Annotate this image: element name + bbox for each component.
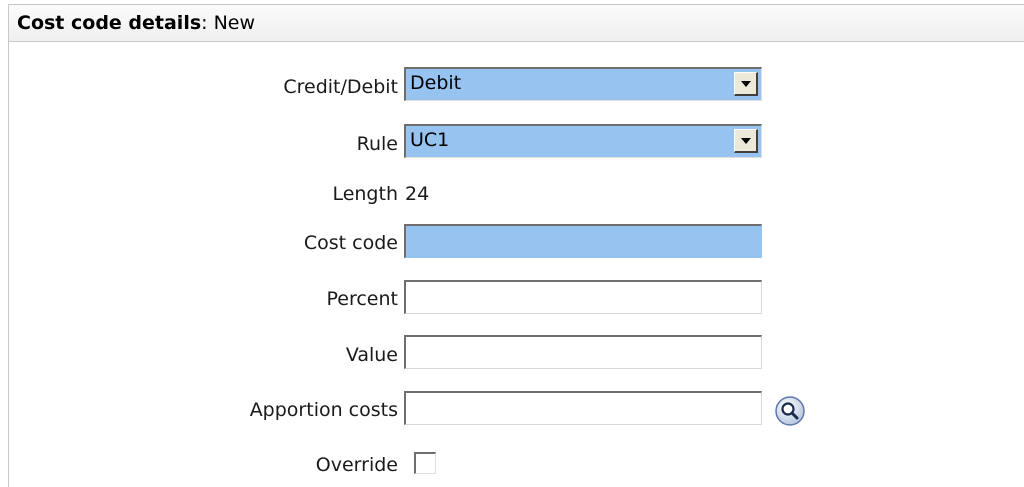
credit-debit-select[interactable]: Debit <box>404 67 762 101</box>
chevron-down-icon[interactable] <box>734 72 758 96</box>
apportion-costs-label: Apportion costs <box>249 399 398 421</box>
rule-select[interactable]: UC1 <box>404 124 762 158</box>
panel-title: Cost code details <box>17 12 202 34</box>
magnifier-icon[interactable] <box>774 395 806 427</box>
chevron-down-icon[interactable] <box>734 129 758 153</box>
override-checkbox[interactable] <box>414 452 436 474</box>
percent-label: Percent <box>326 288 399 310</box>
credit-debit-selected: Debit <box>410 72 462 94</box>
rule-label: Rule <box>356 133 398 155</box>
override-label: Override <box>315 454 398 476</box>
percent-input[interactable] <box>404 280 762 314</box>
length-label: Length <box>332 183 398 205</box>
panel-title-status: : New <box>201 12 256 34</box>
panel-header: Cost code details: New <box>9 5 1024 42</box>
apportion-costs-input[interactable] <box>404 391 762 425</box>
value-label: Value <box>345 344 398 366</box>
cost-code-label: Cost code <box>303 232 398 254</box>
length-value: 24 <box>405 183 430 205</box>
cost-code-input[interactable] <box>404 224 762 258</box>
value-input[interactable] <box>404 335 762 369</box>
credit-debit-label: Credit/Debit <box>283 76 398 98</box>
rule-selected: UC1 <box>410 129 450 151</box>
